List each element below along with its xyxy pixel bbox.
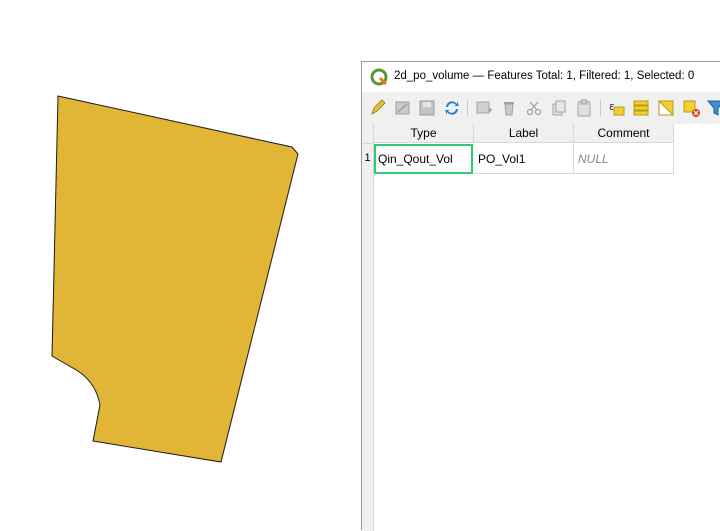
select-all-icon[interactable] [631, 98, 651, 118]
toolbar-separator [467, 100, 468, 116]
attribute-table: Type Label Comment 1 Qin_Qout_Vol PO_Vol… [362, 124, 720, 531]
reload-icon[interactable] [442, 98, 462, 118]
column-header-type[interactable]: Type [374, 124, 474, 143]
window-title: 2d_po_volume — Features Total: 1, Filter… [394, 70, 695, 82]
copy-icon[interactable] [549, 98, 569, 118]
polygon-feature[interactable] [51, 95, 299, 463]
map-canvas[interactable] [0, 0, 360, 530]
invert-selection-icon[interactable] [656, 98, 676, 118]
save-edits-icon[interactable] [417, 98, 437, 118]
cell-type[interactable]: Qin_Qout_Vol [374, 144, 473, 174]
map-svg [51, 95, 299, 463]
toggle-editing-icon[interactable] [368, 98, 388, 118]
cell-label[interactable]: PO_Vol1 [474, 144, 574, 174]
deselect-all-icon[interactable] [681, 98, 701, 118]
filter-icon[interactable] [706, 98, 720, 118]
column-header-label[interactable]: Label [474, 124, 574, 143]
attribute-table-window: 2d_po_volume — Features Total: 1, Filter… [361, 61, 720, 531]
row-number[interactable]: 1 [362, 144, 373, 173]
qgis-logo-icon [370, 68, 388, 86]
paste-icon[interactable] [574, 98, 594, 118]
cell-comment[interactable]: NULL [574, 144, 674, 174]
toolbar-separator [600, 100, 601, 116]
toolbar: ε [362, 92, 720, 124]
delete-feature-icon[interactable] [499, 98, 519, 118]
multi-edit-icon[interactable] [393, 98, 413, 118]
title-bar: 2d_po_volume — Features Total: 1, Filter… [362, 62, 720, 92]
table-corner[interactable] [362, 124, 373, 144]
row-header-column [362, 124, 374, 531]
expression-select-icon[interactable]: ε [606, 98, 626, 118]
add-feature-icon[interactable] [474, 98, 494, 118]
cut-icon[interactable] [524, 98, 544, 118]
column-header-comment[interactable]: Comment [574, 124, 674, 143]
